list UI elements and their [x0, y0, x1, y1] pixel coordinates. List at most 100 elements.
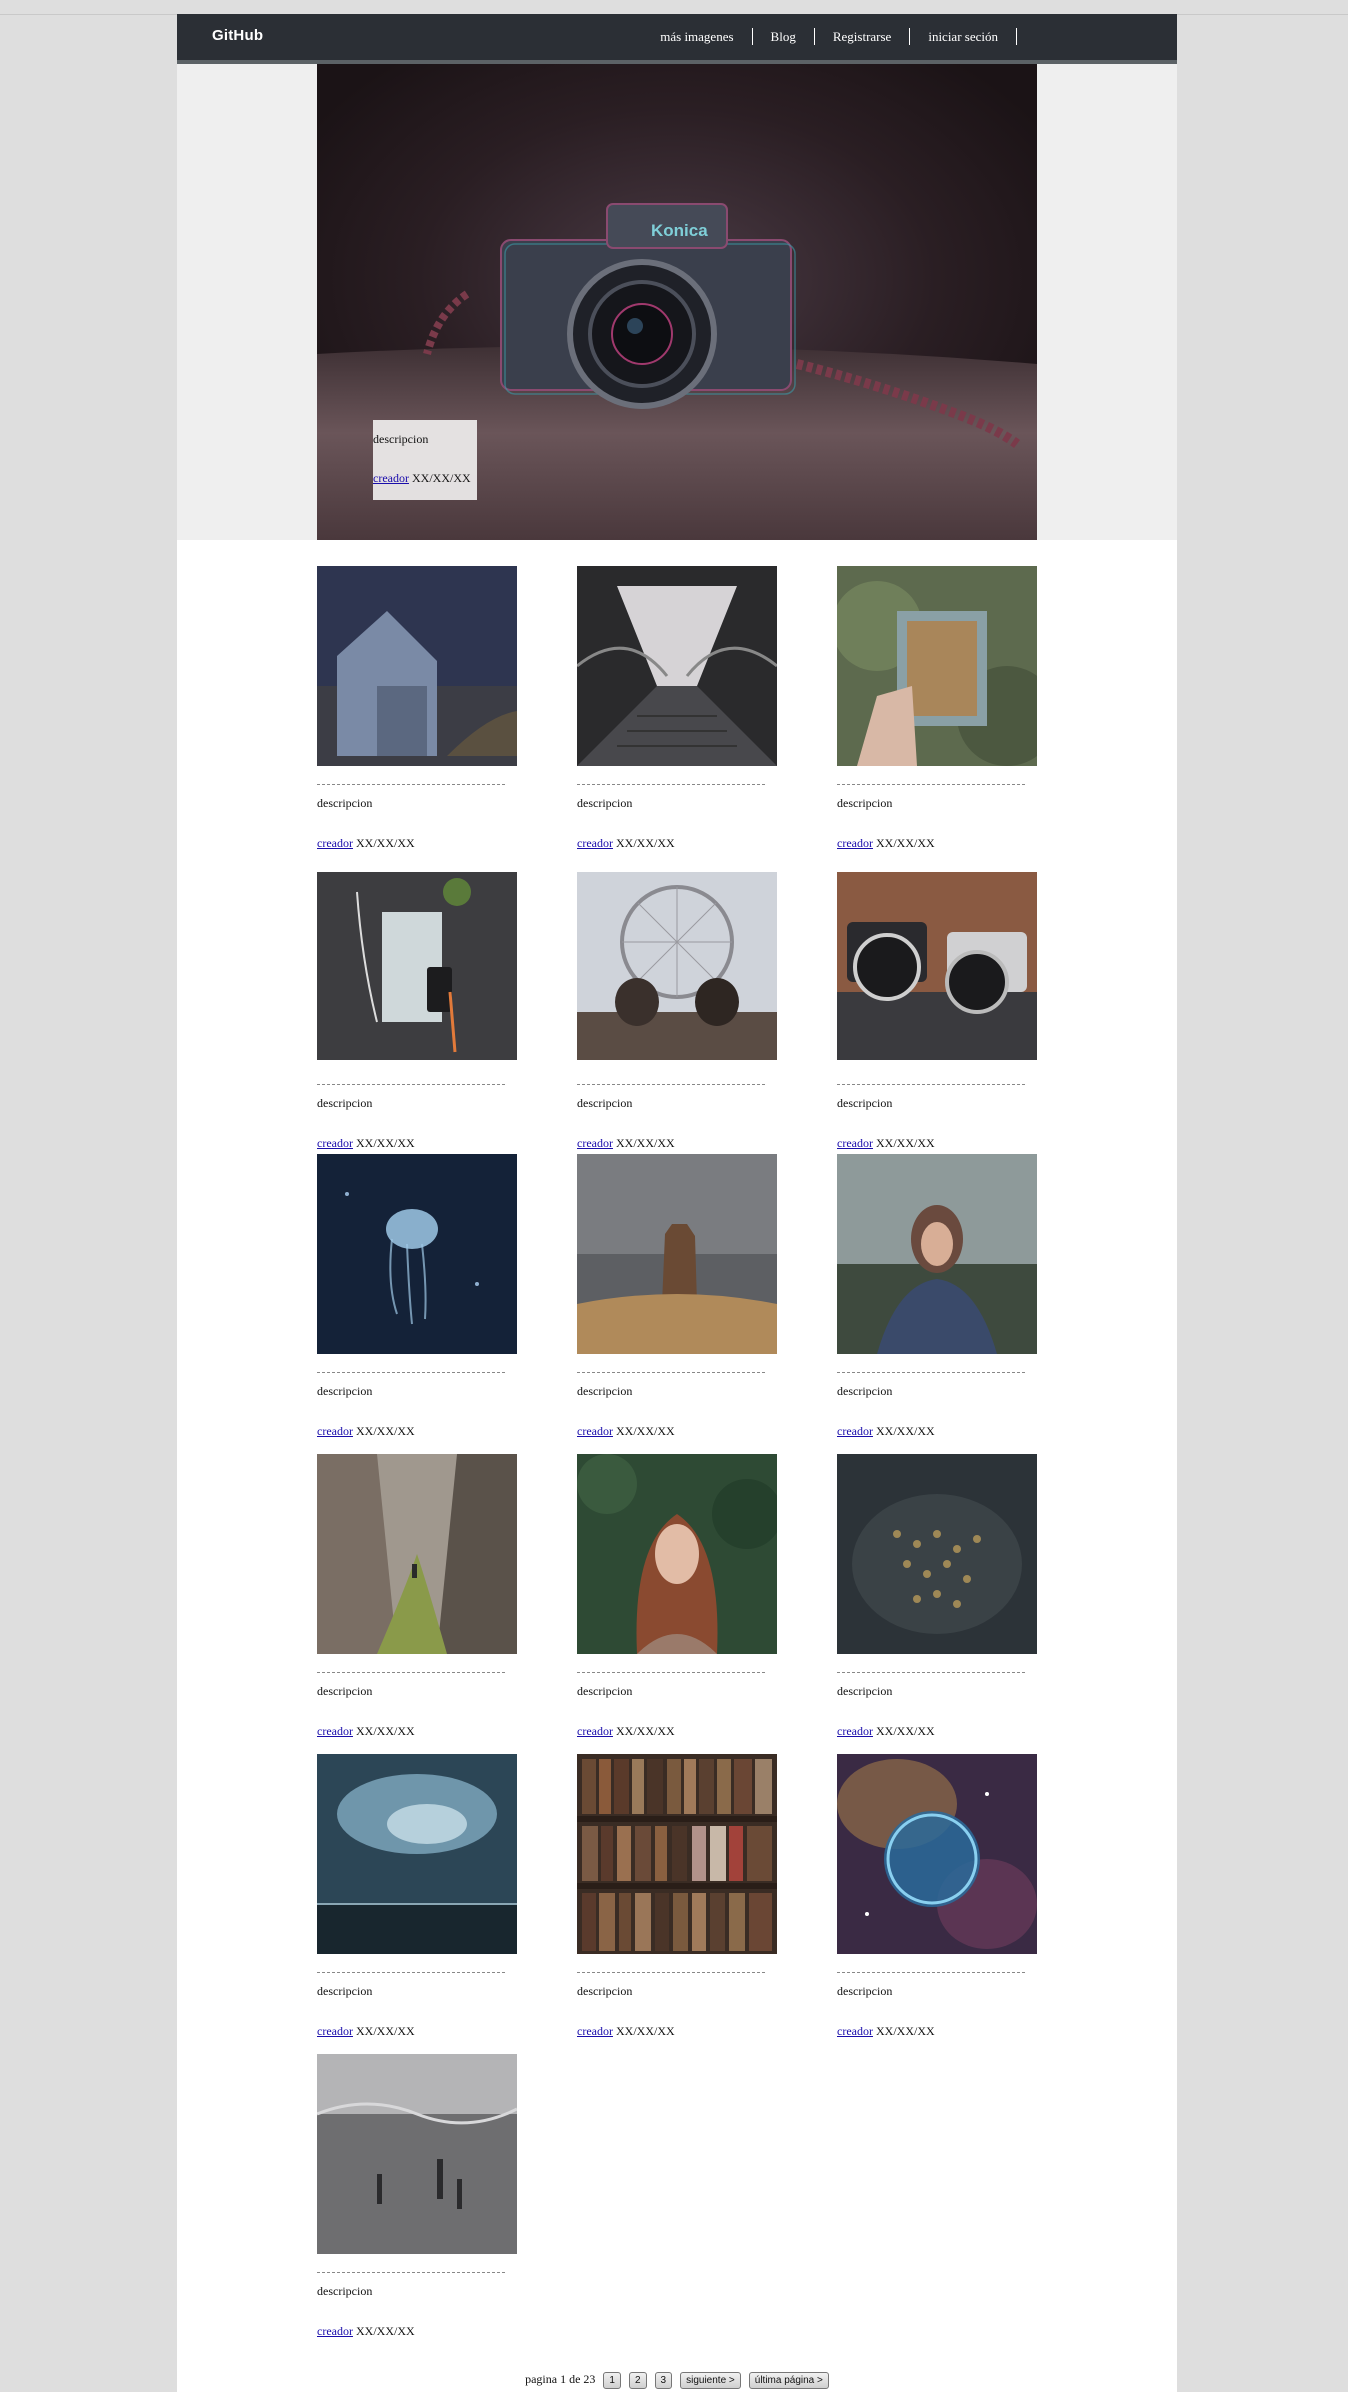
card-description: descripcion [317, 1384, 373, 1398]
divider [317, 1972, 505, 1973]
card-meta: creador XX/XX/XX [837, 1724, 935, 1739]
page-button-2[interactable]: 2 [628, 2372, 647, 2389]
divider [837, 784, 1025, 785]
divider [837, 1372, 1025, 1373]
thumb-stormy-sea[interactable] [317, 1754, 517, 1954]
card-date: XX/XX/XX [355, 1424, 415, 1438]
card-date: XX/XX/XX [875, 836, 935, 850]
divider [577, 1084, 765, 1085]
thumb-nebula[interactable] [837, 1754, 1037, 1954]
page-button-3[interactable]: 3 [654, 2372, 673, 2389]
card-date: XX/XX/XX [615, 836, 675, 850]
card-creator-link[interactable]: creador [577, 1136, 613, 1150]
card-date: XX/XX/XX [355, 2024, 415, 2038]
card-date: XX/XX/XX [355, 836, 415, 850]
gallery-card: descripcion creador XX/XX/XX [577, 1154, 777, 1438]
gallery-card: descripcion creador XX/XX/XX [837, 1154, 1037, 1438]
divider [317, 1084, 505, 1085]
thumb-woman-denim[interactable] [837, 1154, 1037, 1354]
thumb-notebook-dreams[interactable] [317, 866, 517, 1066]
thumb-bridge-stairs[interactable] [577, 566, 777, 766]
last-page-button[interactable]: última página > [748, 2372, 829, 2389]
gallery-card: descripcion creador XX/XX/XX [317, 566, 517, 850]
thumb-ferris-wheel[interactable] [577, 866, 777, 1066]
card-meta: creador XX/XX/XX [317, 2024, 415, 2039]
card-date: XX/XX/XX [875, 1424, 935, 1438]
card-creator-link[interactable]: creador [317, 2324, 353, 2338]
thumb-jellyfish[interactable] [317, 1154, 517, 1354]
card-description: descripcion [837, 1984, 893, 1998]
card-date: XX/XX/XX [615, 2024, 675, 2038]
divider [577, 1372, 765, 1373]
card-creator-link[interactable]: creador [577, 1424, 613, 1438]
card-creator-link[interactable]: creador [837, 1724, 873, 1738]
divider [577, 1672, 765, 1673]
hero-creator-link[interactable]: creador [373, 471, 409, 485]
card-description: descripcion [317, 1096, 373, 1110]
card-creator-link[interactable]: creador [837, 1136, 873, 1150]
divider [317, 1372, 505, 1373]
thumb-bookshelf[interactable] [577, 1754, 777, 1954]
card-date: XX/XX/XX [875, 1724, 935, 1738]
card-meta: creador XX/XX/XX [317, 1724, 415, 1739]
hero-meta: creador XX/XX/XX [373, 471, 471, 486]
gallery-card: descripcion creador XX/XX/XX [317, 1754, 517, 2038]
card-description: descripcion [577, 796, 633, 810]
card-creator-link[interactable]: creador [317, 1724, 353, 1738]
gallery-card: descripcion creador XX/XX/XX [837, 866, 1037, 1150]
navbar: GitHub más imagenes Blog Registrarse ini… [177, 14, 1177, 64]
card-description: descripcion [577, 1984, 633, 1998]
card-creator-link[interactable]: creador [837, 836, 873, 850]
hero-image[interactable]: Konica descripcion creador XX/XX/XX [317, 64, 1037, 540]
card-description: descripcion [317, 1984, 373, 1998]
nav-links: más imagenes Blog Registrarse iniciar se… [660, 28, 1017, 45]
nav-link-blog[interactable]: Blog [753, 28, 815, 45]
card-description: descripcion [837, 1384, 893, 1398]
card-description: descripcion [577, 1684, 633, 1698]
card-creator-link[interactable]: creador [577, 2024, 613, 2038]
hero-description: descripcion [373, 432, 429, 446]
card-meta: creador XX/XX/XX [577, 2024, 675, 2039]
card-date: XX/XX/XX [615, 1724, 675, 1738]
card-meta: creador XX/XX/XX [837, 2024, 935, 2039]
card-description: descripcion [317, 796, 373, 810]
page-button-1[interactable]: 1 [603, 2372, 621, 2389]
card-creator-link[interactable]: creador [317, 836, 353, 850]
card-date: XX/XX/XX [875, 2024, 935, 2038]
thumb-desert-butte[interactable] [577, 1154, 777, 1354]
hero-caption: descripcion creador XX/XX/XX [373, 420, 477, 500]
thumb-redhead-portrait[interactable] [577, 1454, 777, 1654]
nav-link-register[interactable]: Registrarse [815, 28, 911, 45]
card-creator-link[interactable]: creador [317, 1424, 353, 1438]
nav-link-more-images[interactable]: más imagenes [660, 28, 753, 45]
thumb-abandoned-house[interactable] [317, 566, 517, 766]
thumb-vintage-cameras[interactable] [837, 866, 1037, 1066]
card-description: descripcion [837, 796, 893, 810]
thumb-canyon-hiker[interactable] [317, 1454, 517, 1654]
card-creator-link[interactable]: creador [837, 2024, 873, 2038]
card-description: descripcion [317, 2284, 373, 2298]
gallery-card: descripcion creador XX/XX/XX [317, 1454, 517, 1738]
gallery-card: descripcion creador XX/XX/XX [317, 1154, 517, 1438]
thumb-honeycomb-texture[interactable] [837, 1454, 1037, 1654]
card-meta: creador XX/XX/XX [837, 1424, 935, 1439]
next-page-button[interactable]: siguiente > [680, 2372, 741, 2389]
divider [577, 784, 765, 785]
divider [317, 1672, 505, 1673]
card-creator-link[interactable]: creador [577, 836, 613, 850]
thumb-underwater-swimmers[interactable] [317, 2054, 517, 2254]
card-description: descripcion [317, 1684, 373, 1698]
page-container: GitHub más imagenes Blog Registrarse ini… [177, 14, 1177, 2392]
card-creator-link[interactable]: creador [317, 1136, 353, 1150]
card-creator-link[interactable]: creador [317, 2024, 353, 2038]
gallery-card: descripcion creador XX/XX/XX [577, 1754, 777, 2038]
gallery-card: descripcion creador XX/XX/XX [837, 566, 1037, 850]
thumb-hand-frame[interactable] [837, 566, 1037, 766]
card-creator-link[interactable]: creador [837, 1424, 873, 1438]
card-description: descripcion [837, 1684, 893, 1698]
card-creator-link[interactable]: creador [577, 1724, 613, 1738]
nav-link-login[interactable]: iniciar seción [910, 28, 1017, 45]
divider [577, 1972, 765, 1973]
card-meta: creador XX/XX/XX [837, 1136, 935, 1151]
brand-logo[interactable]: GitHub [212, 27, 263, 44]
